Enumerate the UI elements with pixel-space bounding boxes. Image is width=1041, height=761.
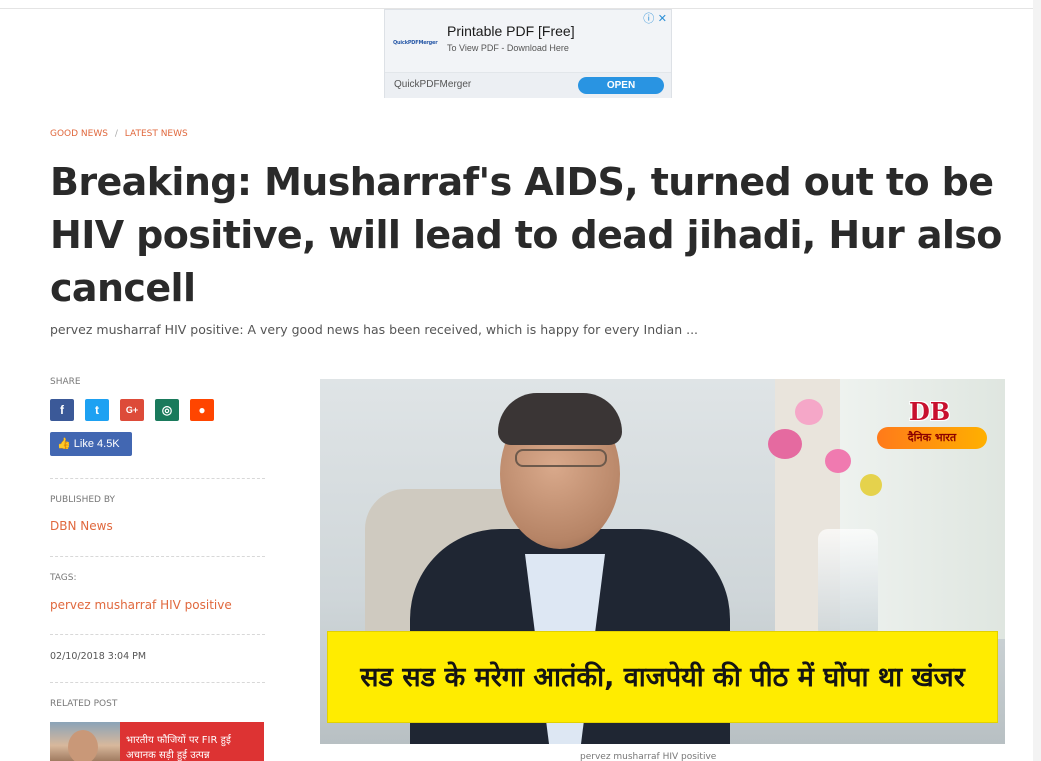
ad-open-button[interactable]: OPEN [578,77,664,94]
breadcrumb-latest-news[interactable]: LATEST NEWS [125,129,188,139]
image-caption: pervez musharraf HIV positive [580,752,717,761]
page-title: Breaking: Musharraf's AIDS, turned out t… [50,160,1002,310]
channel-logo-name: दैनिक भारत [877,427,987,449]
published-by-label: PUBLISHED BY [50,495,115,505]
channel-logo: DB दैनिक भारत [867,397,987,455]
divider [50,556,265,557]
ad-brand: QuickPDFMerger [394,79,472,90]
image-vase [818,529,878,639]
image-headline-overlay: सड सड के मरेगा आतंकी, वाजपेयी की पीठ में… [327,631,998,723]
twitter-icon[interactable]: t [85,399,109,421]
thumbs-up-icon: 👍 [57,438,71,450]
image-flower [860,474,882,496]
breadcrumb-good-news[interactable]: GOOD NEWS [50,129,108,139]
share-icons: f t G+ ◎ ● [50,399,214,421]
ad-footer: QuickPDFMerger OPEN [385,72,671,98]
publish-date: 02/10/2018 3:04 PM [50,651,147,662]
divider [50,478,265,479]
ad-logo: QuickPDFMerger [393,40,438,46]
reddit-icon[interactable]: ● [190,399,214,421]
ad-subtitle: To View PDF - Download Here [447,43,569,53]
ad-title[interactable]: Printable PDF [Free] [447,23,575,39]
image-flower [795,399,823,425]
whatsapp-icon[interactable]: ◎ [155,399,179,421]
tag-link[interactable]: pervez musharraf HIV positive [50,598,232,612]
ad-banner[interactable]: QuickPDFMerger Printable PDF [Free] To V… [384,9,672,98]
image-flower [825,449,851,473]
close-icon[interactable]: ✕ [658,12,667,25]
divider [50,634,265,635]
publisher-link[interactable]: DBN News [50,519,113,533]
related-post-title: भारतीय फौजियों पर FIR हुई अचानक सड़ी हुई… [120,722,264,761]
share-label: SHARE [50,377,81,387]
related-post-thumbnail[interactable]: भारतीय फौजियों पर FIR हुई अचानक सड़ी हुई… [50,722,264,761]
image-hair [498,393,622,445]
facebook-like-button[interactable]: 👍 Like 4.5K [50,432,132,456]
article-summary: pervez musharraf HIV positive: A very go… [50,322,699,337]
google-plus-icon[interactable]: G+ [120,399,144,421]
image-flower [768,429,802,459]
breadcrumb: GOOD NEWS / LATEST NEWS [50,129,188,139]
divider [50,682,265,683]
related-post-label: RELATED POST [50,699,118,709]
facebook-icon[interactable]: f [50,399,74,421]
image-glasses [515,449,607,467]
featured-image: DB दैनिक भारत सड सड के मरेगा आतंकी, वाजप… [320,379,1005,744]
tags-label: TAGS: [50,573,77,583]
ad-choices[interactable]: ⓘ ✕ [643,10,667,26]
scrollbar[interactable] [1033,0,1041,761]
channel-logo-db: DB [909,397,951,426]
like-count: 4.5K [97,438,120,450]
related-post-image [50,722,120,761]
info-icon[interactable]: ⓘ [643,12,654,25]
breadcrumb-separator: / [114,129,118,139]
like-label: Like [73,438,94,450]
